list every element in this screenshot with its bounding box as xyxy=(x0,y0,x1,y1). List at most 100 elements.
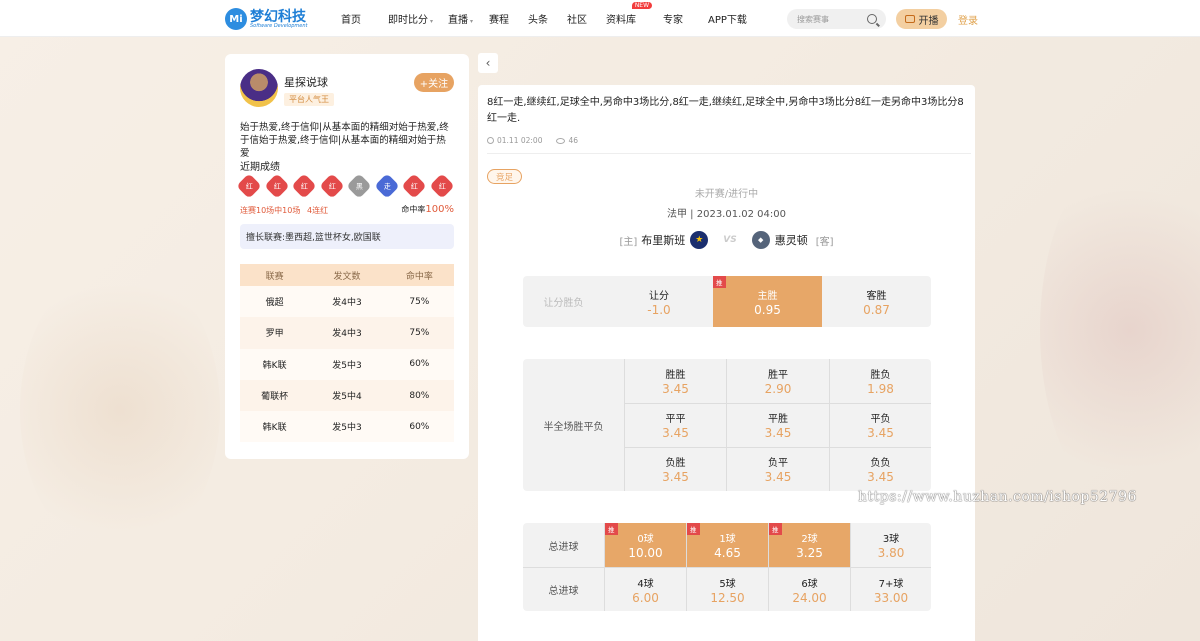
league-stats-table: 联赛 发文数 命中率 俄超 发4中3 75% 罗甲 发4中3 75% 韩K联 发… xyxy=(240,264,454,443)
odds-cell[interactable]: 负负 3.45 xyxy=(830,447,931,491)
video-camera-icon xyxy=(904,15,915,23)
streak-summary: 连赛10场中10场 xyxy=(240,206,301,215)
rate-cell: 75% xyxy=(384,317,454,349)
nav-item-home[interactable]: 首页 xyxy=(341,11,361,26)
odds-row-label: 让分胜负 xyxy=(543,298,584,309)
author-bio: 始于热爱,终于信仰|从基本面的精细对始于热爱,终于信始于热爱,终于信仰|从基本面… xyxy=(240,122,449,159)
odds-cell[interactable]: 平平 3.45 xyxy=(625,403,726,447)
odds-cell[interactable]: 胜胜 3.45 xyxy=(625,359,726,403)
odds-cell[interactable]: 4球 6.00 xyxy=(605,568,686,611)
nav-item-schedule[interactable]: 赛程 xyxy=(489,11,509,26)
nav-item-app-download[interactable]: APP下载 xyxy=(708,11,747,26)
odds-cell[interactable]: 7+球 33.00 xyxy=(851,568,931,611)
logo-mark-icon: Mi xyxy=(225,8,247,30)
odds-row-label: 半全场胜平负 xyxy=(543,421,604,433)
table-row: 葡联杯 发5中4 80% xyxy=(240,379,454,412)
result-black-badge: 黑 xyxy=(346,173,372,199)
posts-cell: 发4中3 xyxy=(309,286,385,318)
table-row: 俄超 发4中3 75% xyxy=(240,286,454,318)
posts-cell: 发4中3 xyxy=(309,317,385,349)
home-team-crest-icon: ★ xyxy=(690,231,709,249)
rate-cell: 60% xyxy=(384,348,454,380)
vs-icon: VS xyxy=(723,235,737,245)
odds-row-label: 总进球 xyxy=(548,585,579,597)
odds-cell[interactable]: 5球 12.50 xyxy=(687,568,768,611)
article-date: 01.11 02:00 xyxy=(497,136,543,145)
away-win-cell[interactable]: 客胜 0.87 xyxy=(822,276,931,327)
login-link[interactable]: 登录 xyxy=(958,12,978,27)
follow-button[interactable]: +关注 xyxy=(414,73,454,92)
recent-results-title: 近期成绩 xyxy=(240,162,280,173)
avatar[interactable] xyxy=(240,69,278,107)
away-tag: [客] xyxy=(815,236,834,248)
back-button[interactable]: ‹ xyxy=(478,53,498,73)
table-header: 发文数 xyxy=(309,264,385,286)
odds-cell[interactable]: 负平 3.45 xyxy=(727,447,829,491)
nav-item-experts[interactable]: 专家 xyxy=(663,11,683,26)
divider xyxy=(487,153,971,154)
handicap-line-cell[interactable]: 让分 -1.0 xyxy=(605,276,713,327)
nav-item-community[interactable]: 社区 xyxy=(567,11,587,26)
eye-icon xyxy=(556,137,566,144)
recommend-flag: 推 xyxy=(713,276,726,288)
chevron-down-icon: ▾ xyxy=(470,18,474,25)
lottery-type-badge: 竞足 xyxy=(487,169,522,184)
hit-rate-value: 100% xyxy=(425,204,454,215)
new-badge: NEW xyxy=(631,2,653,9)
away-team-name: 惠灵顿 xyxy=(774,234,808,247)
start-live-button[interactable]: 开播 xyxy=(896,9,947,29)
league-cell: 俄超 xyxy=(240,286,310,318)
home-win-cell[interactable]: 推 主胜 0.95 xyxy=(713,276,822,327)
clock-icon xyxy=(487,137,494,144)
odds-cell[interactable]: 负胜 3.45 xyxy=(625,447,726,491)
posts-cell: 发5中4 xyxy=(309,379,385,412)
specialty-leagues: 擅长联赛:墨西超,篮世杯女,欧国联 xyxy=(240,224,454,249)
site-logo[interactable]: Mi 梦幻科技 Software Development xyxy=(225,7,308,31)
recommend-flag: 推 xyxy=(687,523,700,535)
odds-cell[interactable]: 胜平 2.90 xyxy=(727,359,829,403)
recent-results: 红 红 红 红 黑 走 红 红 xyxy=(236,173,460,199)
odds-cell[interactable]: 推 2球 3.25 xyxy=(769,523,850,567)
chevron-left-icon: ‹ xyxy=(485,56,491,70)
table-row: 韩K联 发5中3 60% xyxy=(240,411,454,443)
watermark-text: https://www.huzhan.com/ishop52796 xyxy=(858,489,1137,505)
recommend-flag: 推 xyxy=(769,523,782,535)
league-cell: 韩K联 xyxy=(240,411,310,443)
nav-item-headlines[interactable]: 头条 xyxy=(528,11,548,26)
home-team-name: 布里斯班 xyxy=(641,234,686,247)
handicap-odds: 让分胜负 让分 -1.0 推 主胜 0.95 客胜 0.87 xyxy=(523,276,931,327)
nav-item-live-scores[interactable]: 即时比分 ▾ xyxy=(388,11,433,26)
odds-cell[interactable]: 推 0球 10.00 xyxy=(605,523,686,567)
odds-cell[interactable]: 3球 3.80 xyxy=(851,523,931,567)
odds-cell[interactable]: 6球 24.00 xyxy=(769,568,850,611)
author-name: 星探说球 xyxy=(284,76,328,89)
search-icon[interactable] xyxy=(867,14,877,24)
total-goals-odds: 总进球 总进球 推 0球 10.00 推 1球 4.65 推 2球 3.25 3球 3.80 … xyxy=(523,523,931,611)
hit-rate: 命中率100% xyxy=(401,204,454,215)
result-red-badge: 红 xyxy=(401,173,427,199)
posts-cell: 发5中3 xyxy=(309,348,385,380)
result-push-badge: 走 xyxy=(373,173,400,199)
recommend-flag: 推 xyxy=(605,523,618,535)
odds-cell[interactable]: 平胜 3.45 xyxy=(727,403,829,447)
result-red-badge: 红 xyxy=(318,173,345,199)
odds-cell[interactable]: 胜负 1.98 xyxy=(830,359,931,403)
rate-cell: 80% xyxy=(384,379,454,412)
article-meta: 01.11 02:00 46 xyxy=(487,136,578,145)
rate-cell: 75% xyxy=(384,286,454,318)
table-header: 命中率 xyxy=(384,264,454,286)
nav-item-database[interactable]: 资料库 NEW xyxy=(606,2,653,26)
posts-cell: 发5中3 xyxy=(309,411,385,443)
odds-cell[interactable]: 推 1球 4.65 xyxy=(687,523,768,567)
logo-title: 梦幻科技 xyxy=(250,8,306,25)
search-input[interactable]: 搜索赛事 xyxy=(787,9,886,29)
result-red-badge: 红 xyxy=(291,173,317,199)
league-cell: 罗甲 xyxy=(240,317,310,349)
table-row: 罗甲 发4中3 75% xyxy=(240,317,454,349)
match-teams: [主] 布里斯班 ★ VS ◆ 惠灵顿 [客] xyxy=(478,231,975,249)
top-header: Mi 梦幻科技 Software Development 首页 即时比分 ▾ 直播… xyxy=(0,0,1200,37)
nav-item-live-stream[interactable]: 直播 ▾ xyxy=(448,11,473,26)
article-text: 8红一走,继续红,足球全中,另命中3场比分,8红一走,继续红,足球全中,另命中3… xyxy=(487,97,964,124)
odds-cell[interactable]: 平负 3.45 xyxy=(830,403,931,447)
background-decoration xyxy=(1040,150,1200,510)
